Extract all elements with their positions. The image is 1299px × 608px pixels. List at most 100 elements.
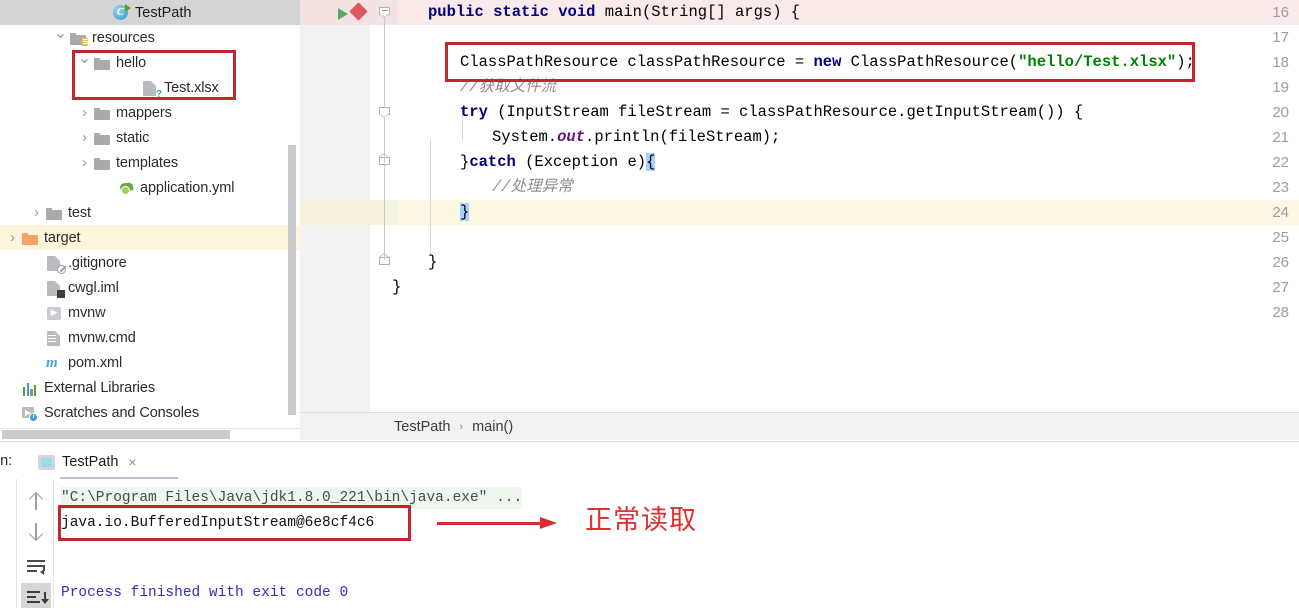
tree-chevron-none-icon[interactable]: ›: [28, 330, 45, 345]
breadcrumb-separator-icon: ›: [459, 420, 464, 433]
tab-label: TestPath: [135, 4, 192, 21]
project-tree[interactable]: ⌄resources⌄hello›?Test.xlsx›mappers›stat…: [0, 25, 300, 425]
down-arrow-icon[interactable]: [21, 517, 51, 547]
code-line-23[interactable]: //处理异常: [492, 175, 573, 200]
run-toolbar: [16, 479, 54, 608]
target-folder-icon: [21, 229, 40, 247]
tree-chevron-none-icon[interactable]: ›: [28, 255, 45, 270]
tree-item-test[interactable]: › test: [0, 200, 300, 225]
console-line-command: "C:\Program Files\Java\jdk1.8.0_221\bin\…: [61, 487, 523, 509]
iml-file-icon: [45, 279, 65, 298]
code-line-19[interactable]: //获取文件流: [460, 75, 556, 100]
code-line-26[interactable]: }: [428, 250, 437, 275]
unknown-file-icon: ?: [141, 79, 162, 99]
breadcrumb-method[interactable]: main(): [472, 419, 513, 435]
fold-region-line-2: [384, 118, 385, 163]
folder-icon: [93, 154, 112, 172]
tree-chevron-none-icon[interactable]: ›: [124, 80, 141, 95]
breadcrumb[interactable]: TestPath › main(): [300, 412, 1299, 440]
scroll-to-end-icon[interactable]: [21, 583, 51, 608]
tree-chevron-none-icon[interactable]: ›: [4, 405, 21, 420]
tree-item-scratches-and-consoles[interactable]: ›▶Scratches and Consoles: [0, 400, 300, 425]
script-file-icon: ▶: [45, 304, 64, 322]
up-arrow-icon[interactable]: [21, 487, 51, 517]
annotation-arrow-icon: [437, 517, 557, 529]
breadcrumb-class[interactable]: TestPath: [394, 419, 450, 435]
code-editor[interactable]: 16 17 18 19 20 21 22 23 24 25 26 27 28 p…: [300, 0, 1299, 412]
line-number: 16: [1272, 4, 1289, 21]
code-line-22[interactable]: }catch (Exception e){: [460, 150, 656, 175]
code-line-27[interactable]: }: [392, 275, 401, 300]
project-vertical-scrollbar[interactable]: [288, 145, 296, 415]
run-gutter-icon[interactable]: [338, 8, 348, 20]
code-line-20[interactable]: try (InputStream fileStream = classPathR…: [460, 100, 1083, 125]
cmd-file-icon: [45, 329, 64, 347]
tree-item-label: .gitignore: [68, 254, 127, 271]
tree-chevron-right-icon[interactable]: ›: [76, 155, 93, 170]
tree-chevron-none-icon[interactable]: ›: [28, 280, 45, 295]
tree-item-label: application.yml: [140, 179, 235, 196]
tree-item-mappers[interactable]: › mappers: [0, 100, 300, 125]
tree-item-application-yml[interactable]: › application.yml: [0, 175, 300, 200]
tree-chevron-none-icon[interactable]: ›: [100, 180, 117, 195]
fold-marker-line-20[interactable]: [379, 107, 390, 118]
tree-item-cwgl-iml[interactable]: › cwgl.iml: [0, 275, 300, 300]
folder-icon: [93, 104, 112, 122]
resources-folder-icon: [69, 29, 88, 47]
tree-item-pom-xml[interactable]: ›m pom.xml: [0, 350, 300, 375]
java-class-icon: C: [113, 4, 131, 21]
ide-window: ⌄resources⌄hello›?Test.xlsx›mappers›stat…: [0, 0, 1299, 608]
tree-chevron-down-icon[interactable]: ⌄: [76, 50, 93, 67]
tree-item-mvnw[interactable]: ›▶mvnw: [0, 300, 300, 325]
tree-chevron-none-icon[interactable]: ›: [28, 355, 45, 370]
code-line-16[interactable]: public static void main(String[] args) {: [428, 0, 800, 25]
tree-item-hello[interactable]: ⌄ hello: [0, 50, 300, 75]
tree-item-external-libraries[interactable]: › External Libraries: [0, 375, 300, 400]
tree-item-label: Test.xlsx: [164, 79, 219, 96]
line-number: 23: [1272, 179, 1289, 196]
tree-chevron-right-icon[interactable]: ›: [28, 205, 45, 220]
fold-marker-line-16[interactable]: [379, 7, 390, 18]
tree-chevron-right-icon[interactable]: ›: [76, 130, 93, 145]
close-icon[interactable]: ×: [128, 454, 136, 470]
project-tool-window[interactable]: ⌄resources⌄hello›?Test.xlsx›mappers›stat…: [0, 0, 300, 441]
line-number: 20: [1272, 104, 1289, 121]
soft-wrap-icon[interactable]: [21, 551, 51, 581]
tree-chevron-none-icon[interactable]: ›: [4, 380, 21, 395]
tree-item-resources[interactable]: ⌄ resources: [0, 25, 300, 50]
tree-item-templates[interactable]: › templates: [0, 150, 300, 175]
run-tab-label: TestPath: [62, 454, 119, 470]
tree-item-label: mvnw: [68, 304, 106, 321]
project-hscroll-track: [0, 428, 300, 441]
tree-item-label: resources: [92, 29, 155, 46]
project-horizontal-scrollbar[interactable]: [2, 430, 230, 439]
editor-tab-strip: C TestPath: [0, 0, 300, 25]
tree-item-label: test: [68, 204, 91, 221]
tree-item-test-xlsx[interactable]: ›?Test.xlsx: [0, 75, 300, 100]
tree-item-target[interactable]: › target: [0, 225, 300, 250]
fold-region-line-3: [384, 165, 385, 260]
tree-item-mvnw-cmd[interactable]: › mvnw.cmd: [0, 325, 300, 350]
tree-item-gitignore[interactable]: › .gitignore: [0, 250, 300, 275]
line-number: 27: [1272, 279, 1289, 296]
line-number: 18: [1272, 54, 1289, 71]
tree-item-label: static: [116, 129, 150, 146]
tree-chevron-down-icon[interactable]: ⌄: [52, 25, 69, 42]
code-line-18[interactable]: ClassPathResource classPathResource = ne…: [460, 50, 1195, 75]
tree-item-static[interactable]: › static: [0, 125, 300, 150]
tree-item-label: target: [44, 229, 81, 246]
folder-icon: [93, 54, 112, 72]
run-configuration-icon: [38, 454, 55, 470]
run-tab-testpath[interactable]: TestPath ×: [38, 449, 178, 480]
tree-chevron-right-icon[interactable]: ›: [76, 105, 93, 120]
line-number: 24: [1272, 204, 1289, 221]
tab-testpath[interactable]: C TestPath: [103, 0, 201, 25]
tree-item-label: mvnw.cmd: [68, 329, 136, 346]
tree-chevron-none-icon[interactable]: ›: [28, 305, 45, 320]
yml-file-icon: [117, 179, 136, 197]
libraries-icon: [21, 379, 40, 397]
code-line-21[interactable]: System.out.println(fileStream);: [492, 125, 780, 150]
run-panel-header: un: TestPath ×: [0, 445, 1299, 480]
tree-chevron-right-icon[interactable]: ›: [4, 230, 21, 245]
code-line-24[interactable]: }: [460, 200, 470, 225]
